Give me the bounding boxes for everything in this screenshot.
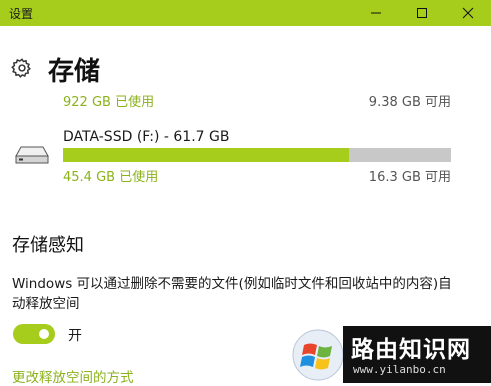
drive-used-text: 45.4 GB 已使用 bbox=[63, 170, 159, 185]
maximize-button[interactable] bbox=[399, 0, 445, 26]
watermark-url: www.yilanbo.cn bbox=[353, 363, 446, 376]
watermark-box: 路由知识网 www.yilanbo.cn bbox=[343, 326, 491, 383]
toggle-label: 开 bbox=[68, 328, 82, 344]
drive-available-text: 16.3 GB 可用 bbox=[368, 170, 451, 185]
drive-icon bbox=[15, 146, 49, 164]
gear-icon bbox=[11, 58, 31, 78]
storage-sense-description: Windows 可以通过删除不需要的文件(例如临时文件和回收站中的内容)自动释放… bbox=[12, 276, 452, 312]
system-used-text: 922 GB 已使用 bbox=[63, 95, 155, 110]
drive-usage-bar bbox=[63, 148, 451, 162]
watermark: 路由知识网 www.yilanbo.cn bbox=[291, 326, 491, 383]
drive-name[interactable]: DATA-SSD (F:) - 61.7 GB bbox=[63, 129, 229, 145]
windows-logo-icon bbox=[292, 329, 344, 381]
watermark-title: 路由知识网 bbox=[351, 337, 471, 363]
system-available-text: 9.38 GB 可用 bbox=[368, 95, 451, 110]
close-icon bbox=[462, 7, 474, 19]
drive-usage-fill bbox=[63, 148, 349, 162]
toggle-knob bbox=[39, 329, 49, 339]
close-button[interactable] bbox=[445, 0, 491, 26]
change-free-space-link[interactable]: 更改释放空间的方式 bbox=[12, 366, 134, 386]
storage-sense-toggle[interactable] bbox=[13, 324, 55, 344]
page-title: 存储 bbox=[48, 57, 101, 87]
minimize-button[interactable] bbox=[353, 0, 399, 26]
maximize-icon bbox=[417, 8, 427, 18]
minimize-icon bbox=[371, 12, 381, 14]
window-title: 设置 bbox=[9, 7, 34, 21]
title-bar: 设置 bbox=[0, 0, 491, 26]
storage-sense-heading: 存储感知 bbox=[12, 235, 84, 256]
